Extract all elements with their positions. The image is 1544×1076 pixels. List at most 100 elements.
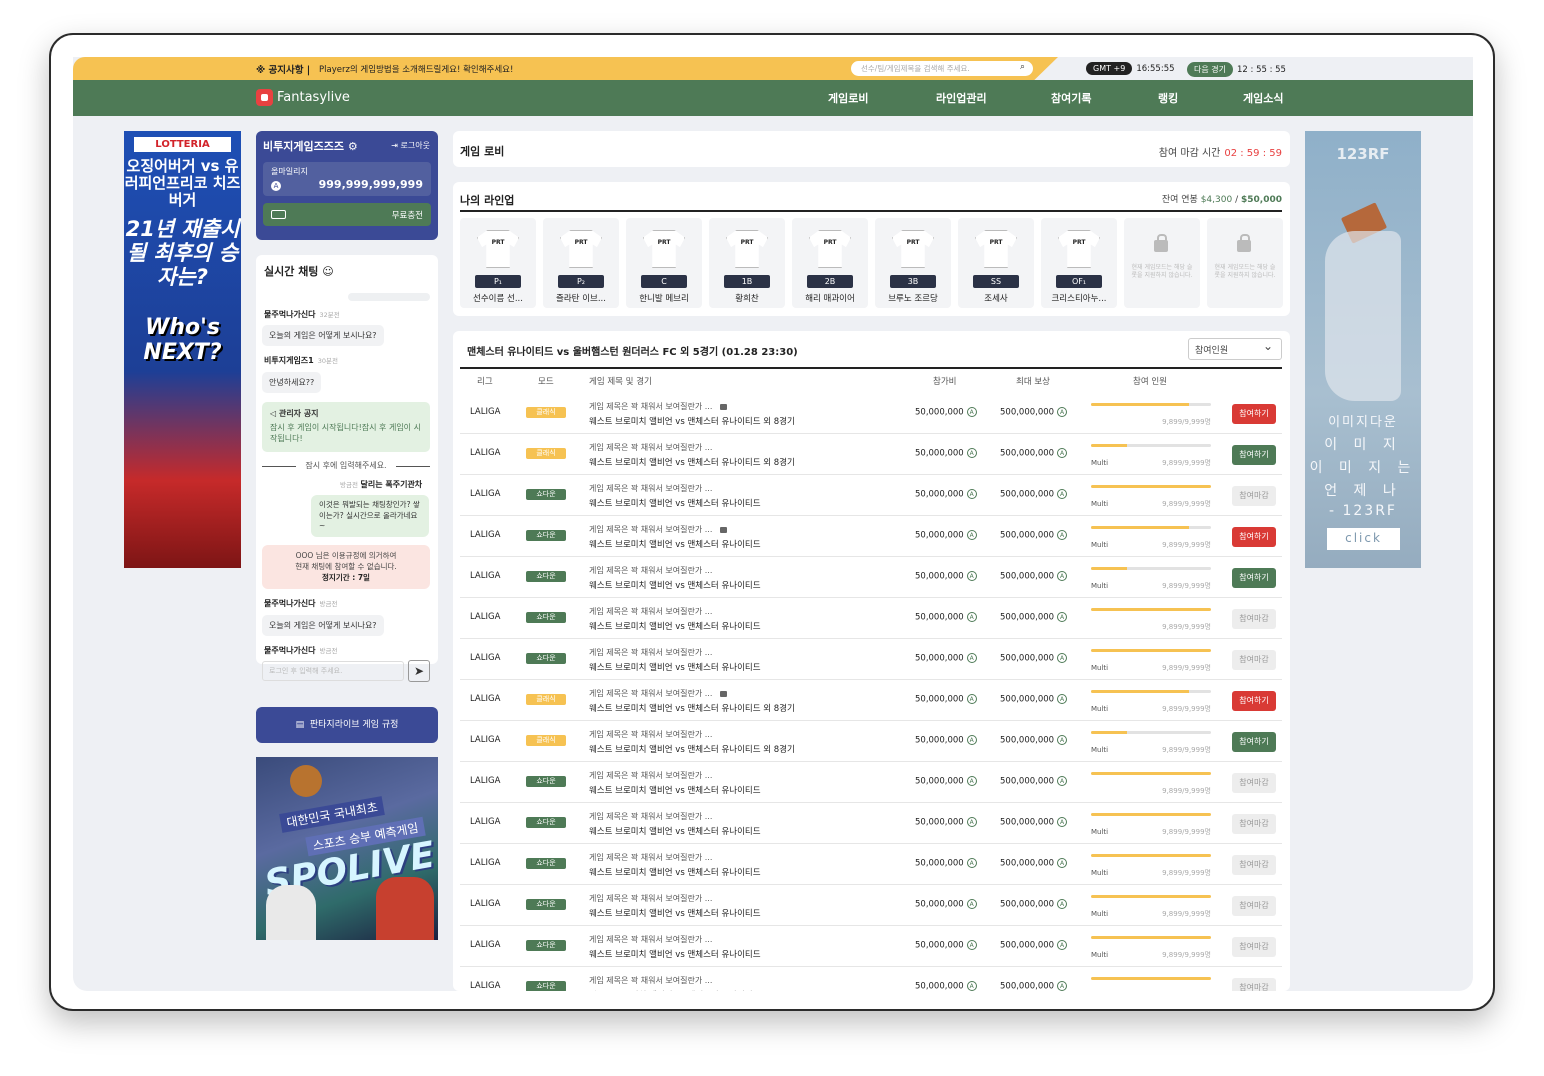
nav-item-ranking[interactable]: 랭킹 [1158, 90, 1178, 106]
chat-user-name[interactable]: 물주먹나가신다 [264, 599, 316, 608]
max-reward: 500,000,000 A [1000, 776, 1068, 787]
search-input[interactable]: 선수/팀/게임제목을 검색해 주세요. ⌕ [851, 61, 1033, 76]
table-row[interactable]: LALIGA 쇼다운 게임 제목은 꽉 채워서 보여질란가 ... 웨스트 브로… [460, 844, 1282, 885]
ad-banner-spolive[interactable]: 대한민국 국내최초 스포츠 승부 예측게임 SPOLIVE [256, 757, 438, 940]
slot-position: P₁ [475, 275, 521, 288]
lineup-slot[interactable]: 3B 브루노 조르당 [875, 218, 951, 308]
row-league: LALIGA [470, 776, 501, 786]
locked-slot-text: 현재 게임모드는 해당 슬롯을 지원하지 않습니다. [1131, 264, 1193, 279]
ad-banner-123rf[interactable]: 123RF 이미지다운 이 미 지 이 미 지 는 언 제 나 - 123RF … [1305, 131, 1421, 568]
nav-item-lineup[interactable]: 라인업관리 [936, 90, 987, 106]
max-reward-value: 500,000,000 [1000, 571, 1055, 582]
entry-fee-value: 50,000,000 [915, 489, 964, 500]
table-row[interactable]: LALIGA 쇼다운 게임 제목은 꽉 채워서 보여질란가 ... 웨스트 브로… [460, 598, 1282, 639]
search-placeholder: 선수/팀/게임제목을 검색해 주세요. [861, 64, 970, 73]
chat-input[interactable]: 로그인 후 입력해 주세요. [262, 661, 404, 681]
slot-position: 2B [807, 275, 853, 288]
site-logo[interactable]: Fantasylive [256, 89, 350, 106]
settings-icon[interactable]: ⚙ [348, 140, 358, 153]
entry-fee: 50,000,000 A [915, 694, 977, 705]
lineup-slot[interactable]: 1B 황희찬 [709, 218, 785, 308]
table-row[interactable]: LALIGA 쇼다운 게임 제목은 꽉 채워서 보여질란가 ... 웨스트 브로… [460, 885, 1282, 926]
participant-count: 9,899/9,999명 [1162, 869, 1211, 877]
my-lineup: 나의 라인업 잔여 연봉 $4,300 / $50,000 P₁ 선수이름 선.… [453, 182, 1290, 316]
table-row[interactable]: LALIGA 클래식 게임 제목은 꽉 채워서 보여질란가 ... 웨스트 브로… [460, 680, 1282, 721]
max-reward: 500,000,000 A [1000, 940, 1068, 951]
search-icon[interactable]: ⌕ [1020, 62, 1025, 72]
lineup-slot[interactable]: SS 조세사 [958, 218, 1034, 308]
mode-badge: 쇼다운 [526, 858, 566, 869]
coin-icon: A [1057, 612, 1068, 622]
chat-user-name[interactable]: 물주먹나가신다 [264, 646, 316, 655]
game-title: 게임 제목은 꽉 채워서 보여질란가 ... [589, 811, 712, 822]
lineup-slot[interactable]: OF₁ 크리스티아누... [1041, 218, 1117, 308]
join-button[interactable]: 참여하기 [1232, 732, 1276, 752]
participation-bar [1091, 772, 1211, 775]
logout-button[interactable]: ⇥ 로그아웃 [391, 140, 430, 151]
table-row[interactable]: LALIGA 클래식 게임 제목은 꽉 채워서 보여질란가 ... 웨스트 브로… [460, 393, 1282, 434]
free-charge-button[interactable]: 무료충전 [263, 203, 431, 226]
lineup-slot[interactable]: P₂ 즐라탄 이브... [543, 218, 619, 308]
table-row[interactable]: LALIGA 쇼다운 게임 제목은 꽉 채워서 보여질란가 ... 웨스트 브로… [460, 762, 1282, 803]
nav-item-lobby[interactable]: 게임로비 [828, 90, 868, 106]
admin-notice-title-text: 관리자 공지 [278, 409, 319, 418]
join-button[interactable]: 참여하기 [1232, 445, 1276, 465]
chat-message-meta: 방금전 달리는 폭주기관차 [336, 479, 422, 490]
coin-icon: A [966, 612, 977, 622]
table-row[interactable]: LALIGA 쇼다운 게임 제목은 꽉 채워서 보여질란가 ... 웨스트 브로… [460, 516, 1282, 557]
row-league: LALIGA [470, 653, 501, 663]
multi-label: Multi [1091, 869, 1109, 877]
join-button[interactable]: 참여하기 [1232, 691, 1276, 711]
chat-user-name[interactable]: 물주먹나가신다 [264, 310, 316, 319]
lineup-slot[interactable]: 2B 해리 매과이어 [792, 218, 868, 308]
multi-label: Multi [1091, 582, 1109, 590]
coin-icon: A [1057, 571, 1068, 581]
slot-player-name: 황희찬 [735, 294, 759, 304]
table-row[interactable]: LALIGA 쇼다운 게임 제목은 꽉 채워서 보여질란가 ... 웨스트 브로… [460, 639, 1282, 680]
ad-banner-lotteria[interactable]: LOTTERIA 오징어버거 vs 유러피언프리코 치즈버거 21년 재출시 될… [124, 131, 241, 568]
table-row[interactable]: LALIGA 쇼다운 게임 제목은 꽉 채워서 보여질란가 ... 웨스트 브로… [460, 475, 1282, 516]
table-row[interactable]: LALIGA 쇼다운 게임 제목은 꽉 채워서 보여질란가 ... 웨스트 브로… [460, 557, 1282, 598]
table-row[interactable]: LALIGA 쇼다운 게임 제목은 꽉 채워서 보여질란가 ... 웨스트 브로… [460, 926, 1282, 967]
lineup-slot[interactable]: P₁ 선수이름 선... [460, 218, 536, 308]
table-row[interactable]: LALIGA 쇼다운 게임 제목은 꽉 채워서 보여질란가 ... 웨스트 브로… [460, 803, 1282, 844]
game-match: 웨스트 브로미치 앨비언 vs 맨체스터 유나이티드 [589, 499, 761, 509]
row-league: LALIGA [470, 899, 501, 909]
notice-text[interactable]: Playerz의 게임방법을 소개해드릴게요! 확인해주세요! [319, 63, 513, 75]
participation-bar [1091, 444, 1211, 447]
lineup-slot[interactable]: C 한니발 메브리 [626, 218, 702, 308]
nav-item-history[interactable]: 참여기록 [1051, 90, 1091, 106]
mode-badge: 쇼다운 [526, 653, 566, 664]
participants-filter[interactable]: 참여인원 [1188, 338, 1282, 360]
ad-click-button[interactable]: click [1327, 528, 1400, 550]
jersey-icon [892, 230, 934, 268]
game-match: 웨스트 브로미치 앨비언 vs 맨체스터 유나이티드 외 8경기 [589, 417, 795, 427]
chat-scroll-indicator[interactable] [348, 293, 430, 301]
slot-position: 3B [890, 275, 936, 288]
table-row[interactable]: LALIGA 클래식 게임 제목은 꽉 채워서 보여질란가 ... 웨스트 브로… [460, 434, 1282, 475]
game-rules-button[interactable]: ▤ 판타지라이브 게임 규정 [256, 707, 438, 743]
participant-count: 9,899/9,999명 [1162, 541, 1211, 549]
coin-icon: A [966, 817, 977, 827]
player-image [376, 877, 434, 940]
nav-item-news[interactable]: 게임소식 [1243, 90, 1283, 106]
ad-line-2: 이 미 지 [1324, 437, 1402, 453]
chat-user-name[interactable]: 비투지게임즈1 [264, 356, 314, 365]
row-league: LALIGA [470, 612, 501, 622]
max-reward: 500,000,000 A [1000, 981, 1068, 991]
logo-text: Fantasylive [277, 90, 350, 105]
ban-line-1: OOO 님은 이용규정에 의거하여 [295, 551, 397, 560]
slot-player-name: 해리 매과이어 [805, 294, 855, 304]
join-button[interactable]: 참여하기 [1232, 404, 1276, 424]
join-button[interactable]: 참여하기 [1232, 568, 1276, 588]
join-button[interactable]: 참여하기 [1232, 527, 1276, 547]
locked-slot-text: 현재 게임모드는 해당 슬롯을 지원하지 않습니다. [1214, 264, 1276, 279]
send-icon[interactable]: ➤ [408, 660, 430, 682]
table-row[interactable]: LALIGA 클래식 게임 제목은 꽉 채워서 보여질란가 ... 웨스트 브로… [460, 721, 1282, 762]
basketball-image [290, 765, 322, 797]
participation-bar [1091, 977, 1211, 980]
participant-count: 9,899/9,999명 [1162, 705, 1211, 713]
table-row[interactable]: LALIGA 쇼다운 게임 제목은 꽉 채워서 보여질란가 ... 웨스트 브로… [460, 967, 1282, 991]
chat-user-name[interactable]: 달리는 폭주기관차 [361, 480, 423, 489]
col-header-participants: 참여 인원 [1133, 377, 1167, 387]
